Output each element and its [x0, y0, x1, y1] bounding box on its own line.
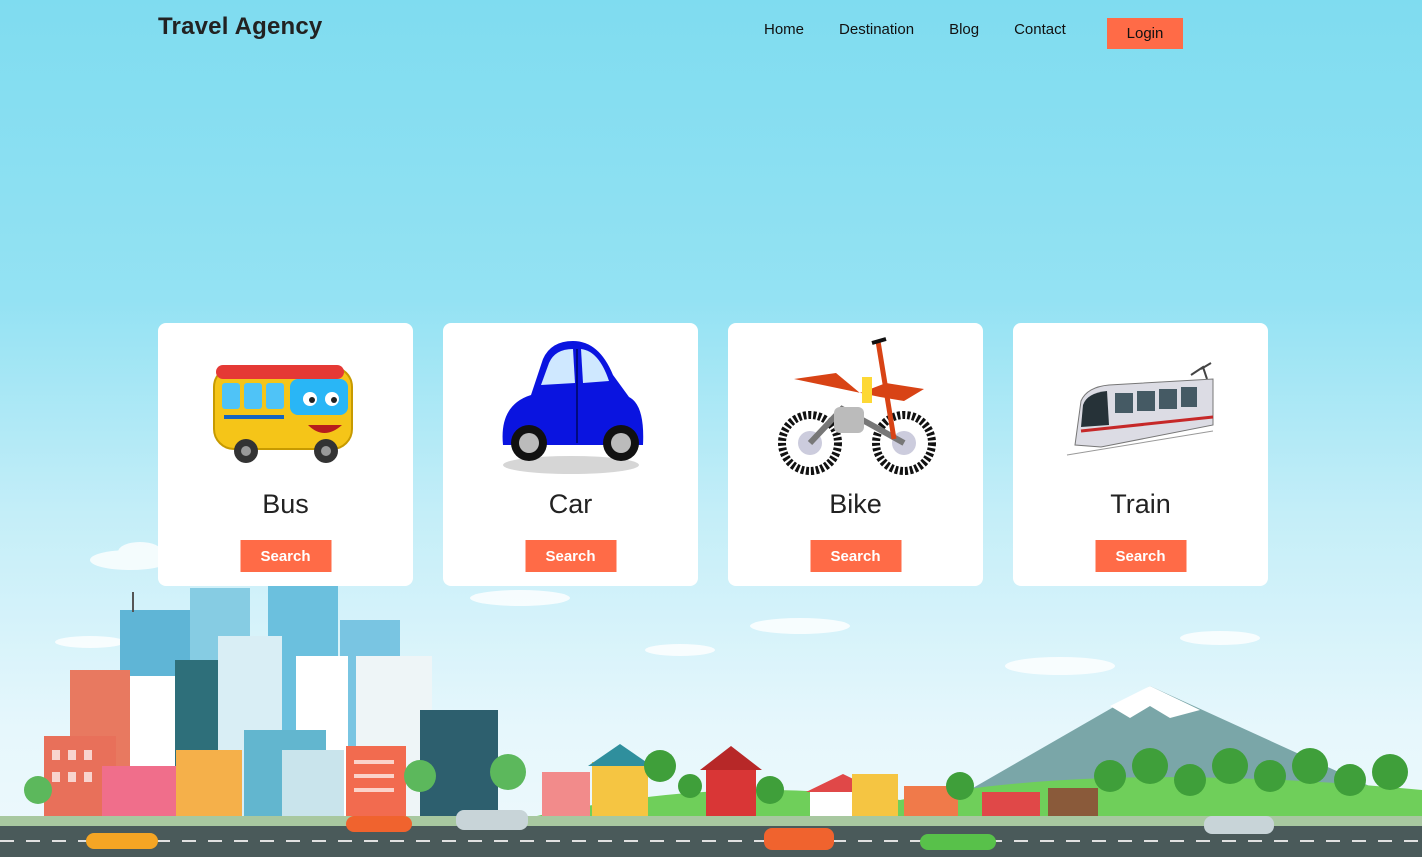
login-button[interactable]: Login — [1107, 18, 1183, 49]
train-icon — [1066, 362, 1213, 456]
nav-destination-link[interactable]: Destination — [839, 21, 914, 38]
card-title-train: Train — [1110, 489, 1171, 519]
brand-logo-text[interactable]: Travel Agency — [158, 13, 322, 41]
search-bus-button[interactable]: Search — [240, 540, 331, 572]
search-bike-button[interactable]: Search — [810, 540, 901, 572]
search-train-button[interactable]: Search — [1095, 540, 1186, 572]
transport-cards: Bus Search Car Search Bike Search Train … — [158, 323, 1268, 586]
card-bike: Bike Search — [728, 323, 983, 586]
city-background-illustration — [0, 542, 1422, 857]
card-title-bus: Bus — [262, 489, 309, 519]
nav-blog-link[interactable]: Blog — [949, 21, 979, 38]
card-title-car: Car — [548, 489, 593, 519]
card-train: Train Search — [1013, 323, 1268, 586]
search-car-button[interactable]: Search — [525, 540, 616, 572]
nav-contact-link[interactable]: Contact — [1014, 21, 1066, 38]
nav-home-link[interactable]: Home — [764, 21, 804, 38]
card-car: Car Search — [443, 323, 698, 586]
card-bus: Bus Search — [158, 323, 413, 586]
card-title-bike: Bike — [829, 489, 882, 519]
car-icon — [502, 341, 643, 474]
bus-icon — [212, 365, 353, 463]
bike-icon — [777, 337, 936, 475]
main-nav: Home Destination Blog Contact — [764, 21, 1101, 38]
